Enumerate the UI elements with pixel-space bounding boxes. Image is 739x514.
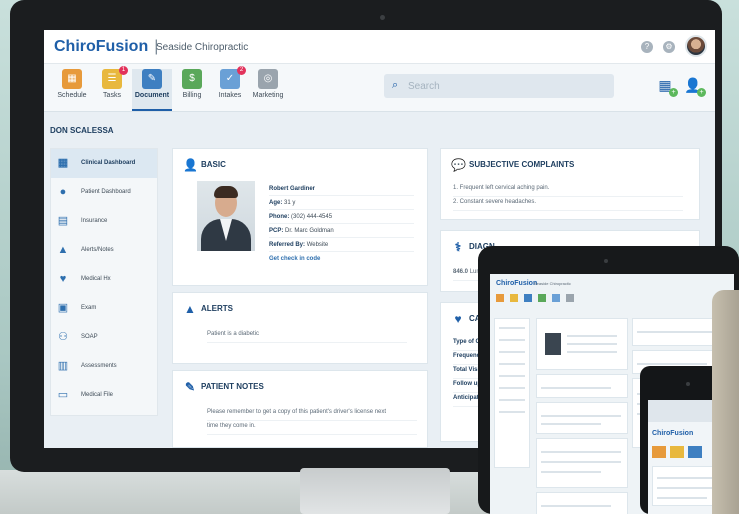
document-icon: ✎	[142, 69, 162, 89]
subjective-complaints-card: 💬 SUBJECTIVE COMPLAINTS 1. Frequent left …	[440, 148, 700, 220]
patient-full-name: Robert Gardiner	[269, 183, 414, 196]
practice-name: Seaside Chiropractic	[156, 42, 249, 53]
alerts-card: ▲ ALERTS Patient is a diabetic	[172, 292, 428, 364]
monitor-stand	[300, 468, 450, 514]
tool-schedule[interactable]: ▦ Schedule	[52, 69, 92, 111]
search-input[interactable]	[408, 78, 603, 94]
people-icon: ⚇	[58, 331, 68, 343]
tasks-badge: 1	[119, 66, 128, 75]
tool-billing[interactable]: $ Billing	[172, 69, 212, 111]
edit-icon: ✎	[184, 380, 196, 394]
person-icon: 👤	[183, 158, 198, 172]
tablet-basic-card	[536, 318, 628, 370]
marketing-icon: ◎	[258, 69, 278, 89]
alerts-heading: ▲ ALERTS	[184, 302, 233, 316]
complaint-item: 2. Constant severe headaches.	[453, 199, 683, 211]
complaints-heading: 💬 SUBJECTIVE COMPLAINTS	[451, 158, 575, 172]
complaint-item: 1. Frequent left cervical aching pain.	[453, 185, 683, 197]
tablet-practice-name: Seaside Chiropractic	[534, 281, 571, 286]
sidebar-item-medical-file[interactable]: ▭ Medical File	[51, 381, 157, 410]
calendar-icon: ▦	[62, 69, 82, 89]
tablet-alerts-card	[536, 374, 628, 398]
patient-phone: Phone: (302) 444-4545	[269, 211, 414, 224]
sidebar-item-assessments[interactable]: ▥ Assessments	[51, 352, 157, 381]
tool-intakes[interactable]: ✓ 2 Intakes	[210, 66, 250, 111]
module-toolbar: ▦ Schedule ☰ 1 Tasks ✎ Document $ Billin…	[44, 64, 715, 112]
tablet-sidebar	[494, 318, 530, 468]
add-patient-icon[interactable]: 👤 +	[684, 76, 706, 97]
search-icon: ⌕	[392, 79, 399, 91]
basic-card: 👤 BASIC Robert Gardiner Age: 31 y Phone: …	[172, 148, 428, 286]
tool-document[interactable]: ✎ Document	[132, 69, 172, 111]
basic-heading: 👤 BASIC	[183, 158, 226, 172]
add-appointment-icon[interactable]: ▦ +	[656, 76, 678, 97]
note-line: Please remember to get a copy of this pa…	[207, 409, 417, 421]
warning-icon: ▲	[184, 302, 196, 316]
sidebar-item-patient-dashboard[interactable]: ● Patient Dashboard	[51, 178, 157, 207]
alert-item: Patient is a diabetic	[207, 331, 407, 343]
file-icon: ▭	[57, 389, 69, 401]
phone-speaker	[686, 382, 690, 386]
user-avatar[interactable]	[685, 35, 707, 57]
patient-pcp: PCP: Dr. Marc Goldman	[269, 225, 414, 238]
stethoscope-icon: ⚕	[454, 240, 462, 254]
sidebar-item-alerts-notes[interactable]: ▲ Alerts/Notes	[51, 236, 157, 265]
app-logo[interactable]: ChiroFusion |	[54, 38, 164, 56]
intakes-badge: 2	[237, 66, 246, 75]
patient-notes-card: ✎ PATIENT NOTES Please remember to get a …	[172, 370, 428, 448]
check-in-code-link[interactable]: Get check in code	[269, 253, 414, 266]
sidebar-item-clinical-dashboard[interactable]: ▦ Clinical Dashboard	[51, 149, 157, 178]
patient-notes-heading: ✎ PATIENT NOTES	[184, 380, 264, 394]
heart-plus-icon: ♥	[454, 312, 462, 326]
patient-referred-by: Referred By: Website	[269, 239, 414, 252]
person-arm	[712, 290, 739, 514]
top-bar: ChiroFusion | Seaside Chiropractic ? ⚙	[44, 30, 715, 64]
document-icon: ▤	[57, 215, 69, 227]
heart-icon: ♥	[59, 273, 67, 285]
exam-icon: ▣	[57, 302, 69, 314]
settings-icon[interactable]: ⚙	[663, 41, 675, 53]
patient-photo	[197, 181, 255, 251]
tablet-exam-card	[536, 438, 628, 488]
sidebar: ▦ Clinical Dashboard ● Patient Dashboard ▤…	[50, 148, 158, 416]
tablet-camera	[604, 259, 608, 263]
dashboard-icon: ▦	[57, 157, 69, 169]
sidebar-item-insurance[interactable]: ▤ Insurance	[51, 207, 157, 236]
person-icon: ●	[59, 186, 67, 198]
tablet-assessment-card	[536, 492, 628, 514]
sidebar-item-soap[interactable]: ⚇ SOAP	[51, 323, 157, 352]
billing-icon: $	[182, 69, 202, 89]
webcam	[380, 15, 385, 20]
sidebar-item-medical-hx[interactable]: ♥ Medical Hx	[51, 265, 157, 294]
tool-tasks[interactable]: ☰ 1 Tasks	[92, 66, 132, 111]
chat-icon: 💬	[451, 158, 466, 172]
tablet-notes-card	[536, 402, 628, 434]
phone-app-logo: ChiroFusion	[652, 430, 694, 437]
sidebar-item-exam[interactable]: ▣ Exam	[51, 294, 157, 323]
tablet-toolbar	[494, 292, 586, 306]
tool-marketing[interactable]: ◎ Marketing	[248, 69, 288, 111]
help-icon[interactable]: ?	[641, 41, 653, 53]
warning-icon: ▲	[57, 244, 69, 256]
tablet-app-logo: ChiroFusion	[496, 280, 538, 287]
search-box: ⌕	[384, 74, 614, 98]
patient-age: Age: 31 y	[269, 197, 414, 210]
clipboard-icon: ▥	[57, 360, 69, 372]
note-line: time they come in.	[207, 423, 417, 435]
patient-name: DON SCALESSA	[50, 126, 114, 135]
